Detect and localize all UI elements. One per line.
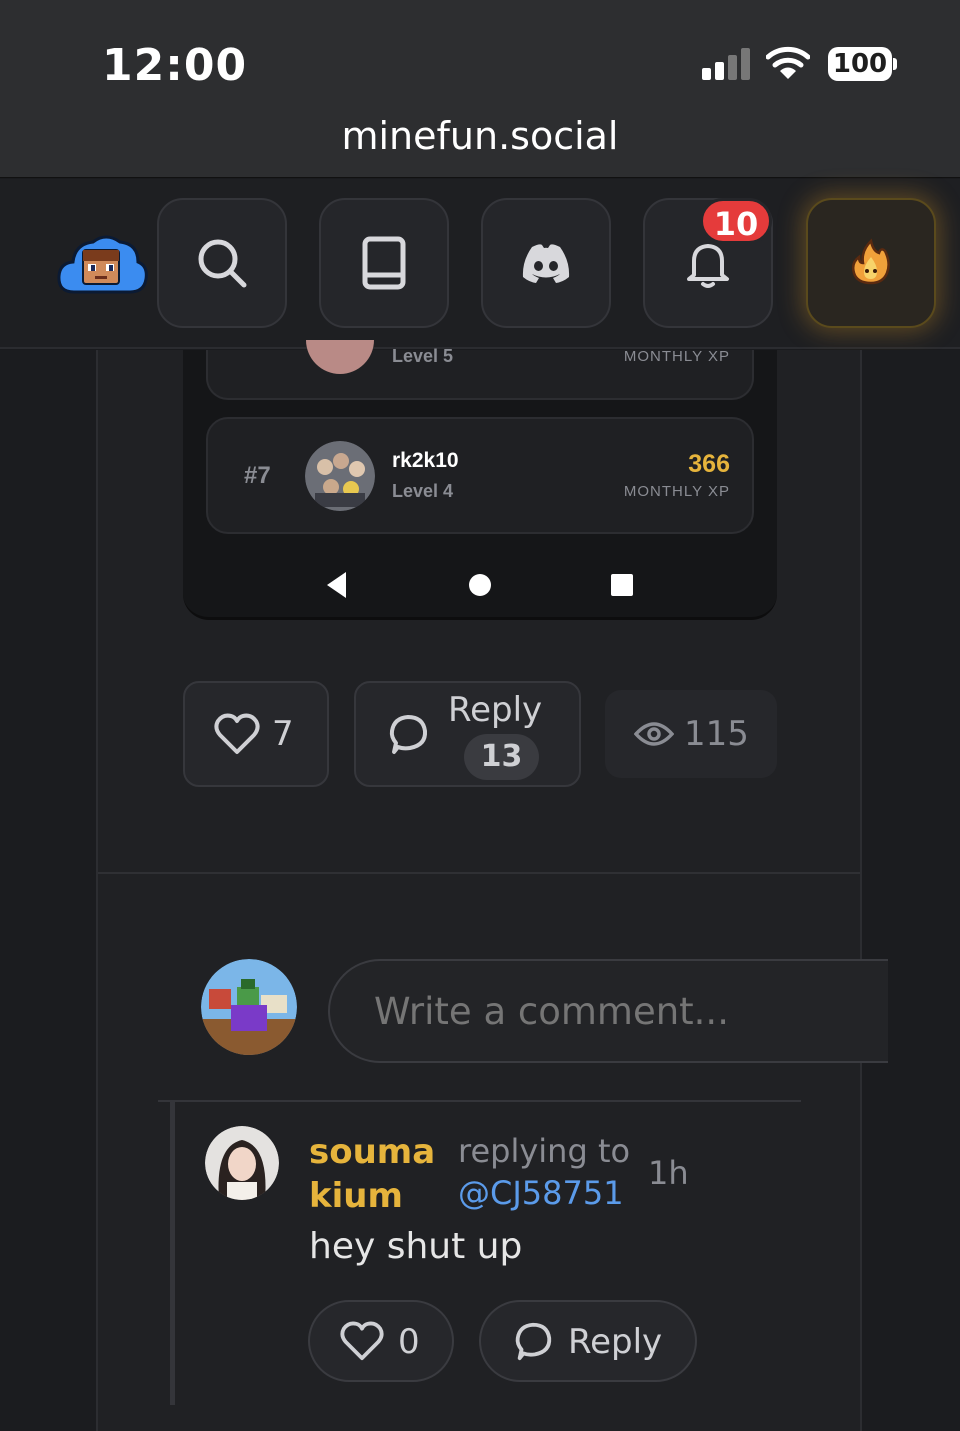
fire-icon <box>851 238 890 285</box>
mention-link[interactable]: @CJ58751 <box>458 1174 624 1212</box>
book-icon <box>362 236 406 290</box>
reply-count-badge: 13 <box>464 734 539 780</box>
thread-top-border <box>158 1100 801 1102</box>
eye-icon <box>634 722 674 746</box>
leaderboard-rank: #7 <box>244 462 271 489</box>
leaderboard-username: rk2k10 <box>392 449 459 472</box>
notification-count-badge: 10 <box>700 198 772 244</box>
heart-icon <box>214 713 260 754</box>
like-count: 7 <box>272 714 294 754</box>
leaderboard-level-partial: Level 5 <box>392 346 454 366</box>
comment-bubble-icon <box>389 715 428 754</box>
comment-input[interactable] <box>328 959 888 1063</box>
discord-icon <box>522 244 570 283</box>
comment-author-avatar[interactable] <box>205 1126 279 1200</box>
cellular-signal-icon <box>702 48 750 80</box>
battery-nub <box>893 58 897 70</box>
discord-button[interactable] <box>481 198 611 328</box>
heart-icon <box>340 1321 384 1361</box>
cloud-avatar-logo[interactable] <box>56 226 148 298</box>
right-gutter <box>862 350 960 1431</box>
android-recents-icon <box>611 574 633 596</box>
comment-body: hey shut up <box>309 1226 523 1267</box>
wifi-icon <box>766 46 810 79</box>
section-divider <box>98 872 860 874</box>
search-icon <box>198 239 247 288</box>
leaderboard-xp-value: 366 <box>688 450 730 478</box>
comment-like-count: 0 <box>398 1322 420 1362</box>
android-home-icon <box>469 574 491 596</box>
streak-button[interactable] <box>806 198 936 328</box>
leaderboard-avatar <box>305 441 375 511</box>
android-back-icon <box>327 572 346 598</box>
status-time: 12:00 <box>102 40 248 91</box>
leaderboard-level: Level 4 <box>392 481 454 501</box>
reply-label: Reply <box>448 690 543 730</box>
battery-indicator: 100 <box>828 47 892 81</box>
guides-button[interactable] <box>319 198 449 328</box>
thread-line <box>170 1102 175 1405</box>
comment-timestamp: 1h <box>648 1154 689 1192</box>
views-count: 115 <box>684 714 749 754</box>
leaderboard-xp-label: MONTHLY XP <box>623 483 730 500</box>
left-gutter <box>0 350 96 1431</box>
comment-reply-label: Reply <box>568 1322 663 1362</box>
comment-bubble-icon <box>515 1322 552 1361</box>
browser-url[interactable]: minefun.social <box>0 114 960 158</box>
leaderboard-xp-label-partial: MONTHLY XP <box>623 348 730 365</box>
comment-author-name[interactable]: souma kium <box>309 1130 449 1218</box>
search-button[interactable] <box>157 198 287 328</box>
replying-to-label: replying to <box>458 1132 631 1170</box>
current-user-avatar[interactable] <box>201 959 297 1055</box>
